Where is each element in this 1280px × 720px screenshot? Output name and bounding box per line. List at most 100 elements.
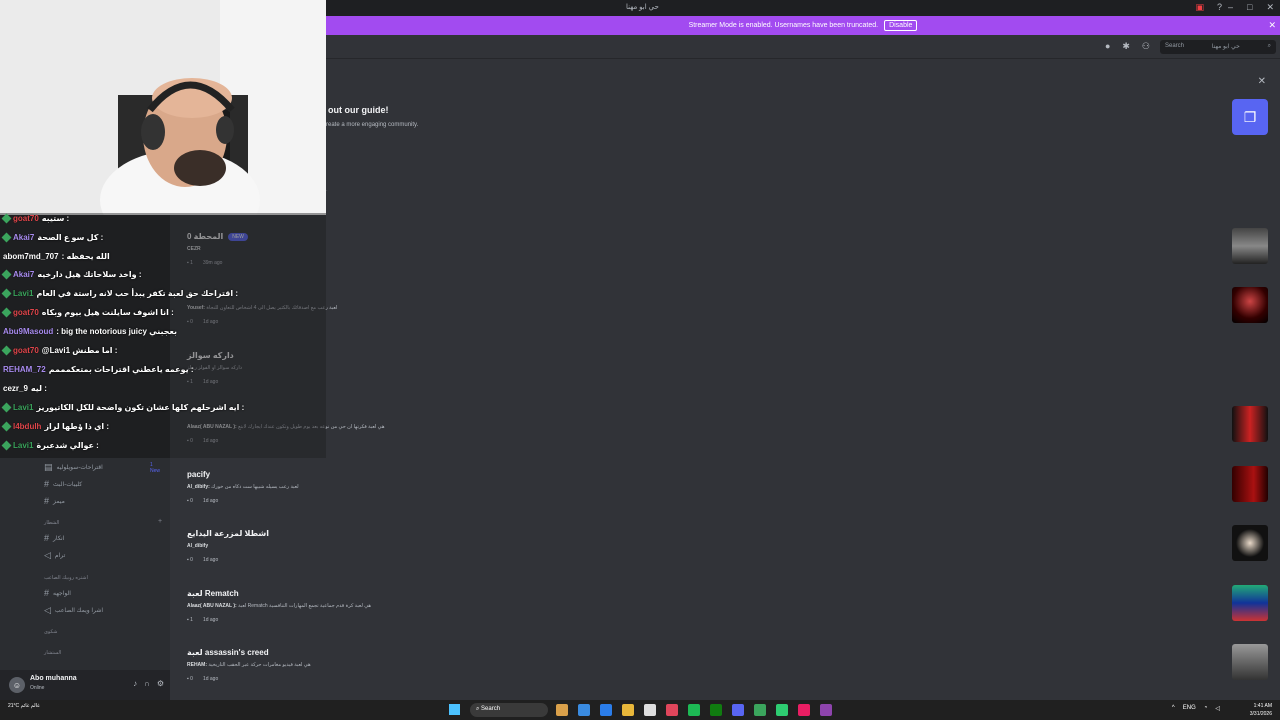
microphone-icon[interactable]: ♪	[133, 679, 137, 688]
channel-header: ● ✱ ⚇ Search حي ابو مهنا ⌕	[326, 35, 1280, 59]
chat-message: goat70 ستيبه :	[1, 213, 69, 224]
forum-icon: ▤	[44, 462, 53, 472]
post-author: Al_dibify:	[187, 484, 210, 490]
app-icon[interactable]	[820, 704, 832, 716]
disable-streamer-mode-button[interactable]: Disable	[884, 20, 918, 31]
chat-text: ليه :	[30, 384, 47, 393]
xbox-icon[interactable]	[710, 704, 722, 716]
chat-username: Lavi1	[13, 441, 34, 450]
close-window-icon[interactable]: ✕	[1266, 2, 1274, 13]
start-menu-icon[interactable]	[449, 704, 460, 715]
post-thumbnail	[1232, 585, 1268, 621]
chat-username: goat70	[13, 214, 39, 223]
members-icon[interactable]: ⚇	[1142, 41, 1150, 52]
replies-count: ▪ 0	[187, 676, 193, 682]
app-icon[interactable]	[556, 704, 568, 716]
app-icon[interactable]	[776, 704, 788, 716]
taskbar-search[interactable]: ⌕ Search	[470, 703, 548, 717]
forum-post[interactable]: Alaaz( ABU NAZAL ): هي لعبة فكرتها ان حي…	[182, 406, 1272, 466]
speaker-icon: ◁	[44, 550, 51, 560]
search-input[interactable]: Search حي ابو مهنا ⌕	[1160, 40, 1276, 54]
app-icon[interactable]	[754, 704, 766, 716]
sidebar-channel-memes[interactable]: # ميمز	[44, 496, 65, 506]
channel-label: اشرا ويمك الصاعب	[54, 608, 104, 614]
folder-icon[interactable]	[622, 704, 634, 716]
maximize-icon[interactable]: □	[1247, 2, 1252, 13]
browser-icon[interactable]	[666, 704, 678, 716]
system-tray: ^ ENG ◔ ◁	[1172, 705, 1220, 712]
store-icon[interactable]	[644, 704, 656, 716]
replies-count: ▪ 0	[187, 557, 193, 563]
chat-text: : الله يحفظه	[61, 252, 110, 261]
streamer-mode-banner: Streamer Mode is enabled. Usernames have…	[326, 16, 1280, 35]
post-preview: Al_dibify: لعبة رعب يسيله شبيها ست ذكاه …	[187, 484, 299, 490]
app-icon[interactable]	[578, 704, 590, 716]
post-meta: ▪ 0 1d ago	[187, 676, 218, 682]
sidebar-channel-voice-2[interactable]: ◁ اشرا ويمك الصاعب	[44, 605, 103, 616]
forum-post[interactable]: لعبة assassin's creed REHAM: هي لعبة فيد…	[182, 644, 1272, 704]
notification-bell-icon[interactable]: ✱	[1122, 41, 1130, 52]
forum-post[interactable]: Yousef: لعبة رعب مع اصدقائك بالكثير يصل …	[182, 287, 1272, 347]
channel-sidebar: ▤ اقتراحات-سويلوليه 1 New # كليبات-البث # مي…	[0, 458, 170, 670]
headphones-icon[interactable]: ∩	[144, 679, 150, 688]
category-label[interactable]: الشطار	[44, 520, 59, 526]
category-label[interactable]: شكوى	[44, 629, 57, 635]
minimize-icon[interactable]: –	[1228, 2, 1233, 13]
chat-message: Akai7 واخد سلاحاتك هيل دارخيه :	[1, 269, 141, 280]
avatar[interactable]: ☺	[9, 677, 25, 693]
forum-post[interactable]: اشطلا لمزرعة اليدايع Al_dibify ▪ 0 1d ago	[182, 525, 1272, 585]
sidebar-channel-voice[interactable]: ◁ ترام	[44, 550, 65, 561]
guide-card: out our guide! reate a more engaging com…	[326, 95, 1270, 139]
chat-message: cezr_9 ليه :	[3, 384, 47, 393]
weather-widget[interactable]: 21°C غالم غائم	[8, 703, 40, 709]
edge-icon[interactable]	[600, 704, 612, 716]
chat-username: cezr_9	[3, 384, 28, 393]
app-icon[interactable]	[798, 704, 810, 716]
wifi-icon[interactable]: ◔	[1204, 705, 1208, 712]
post-title-row: لعبة Rematch	[187, 589, 239, 598]
chat-text: انا اشوف سايلنت هيل بيوم وبكاه :	[41, 308, 174, 317]
channel-label: ترام	[54, 553, 66, 559]
taskbar-search-label: Search	[481, 706, 501, 712]
chat-username: Lavi1	[13, 403, 34, 412]
sidebar-channel-ankar[interactable]: # انكار	[44, 533, 64, 543]
chat-message: l4bdulh اي ذا ؤطها لراز :	[1, 421, 109, 432]
forum-post[interactable]: pacify Al_dibify: لعبة رعب يسيله شبيها س…	[182, 466, 1272, 526]
forum-post[interactable]: لعبة Rematch Alaaz( ABU NAZAL ): لعبة Re…	[182, 585, 1272, 645]
info-icon[interactable]: ●	[1105, 41, 1110, 52]
os-taskbar: 21°C غالم غائم ⌕ Search ^ ENG ◔ ◁ 1:41 A…	[0, 700, 1280, 720]
close-banner-icon[interactable]: ✕	[1268, 20, 1276, 31]
chat-username: REHAM_72	[3, 365, 46, 374]
search-icon: ⌕	[1267, 43, 1271, 49]
sidebar-channel-clips[interactable]: # كليبات-البث	[44, 479, 82, 489]
chat-bubbles-icon[interactable]: ❐	[1232, 99, 1268, 135]
chat-username: Akai7	[13, 233, 35, 242]
chat-username: goat70	[13, 346, 39, 355]
chat-text: عوالي شدعبرة :	[36, 441, 99, 450]
inbox-icon[interactable]: ▣	[1195, 2, 1204, 13]
spotify-icon[interactable]	[688, 704, 700, 716]
category-label[interactable]: اشتره روبيك الصاعب	[44, 575, 88, 581]
taskbar-clock[interactable]: 1:41 AM 3/31/2026	[1250, 702, 1272, 718]
forum-post[interactable]: المحطة 0 NEW CEZR ▪ 1 39m ago	[182, 228, 1272, 288]
guide-title: out our guide!	[328, 105, 389, 115]
sidebar-channel-front[interactable]: # الواجهه	[44, 588, 71, 598]
post-preview: Al_dibify	[187, 543, 208, 549]
volume-icon[interactable]: ◁	[1215, 705, 1220, 712]
replies-count: ▪ 1	[187, 617, 193, 623]
discord-icon[interactable]	[732, 704, 744, 716]
help-icon[interactable]: ?	[1217, 2, 1222, 12]
language-indicator[interactable]: ENG	[1183, 705, 1196, 712]
forum-post[interactable]: داركه سوالز داركه سوالز او الفولز ريبلز …	[182, 351, 1272, 407]
weather-desc: غالم غائم	[20, 703, 40, 709]
close-guide-icon[interactable]: ✕	[1258, 76, 1266, 87]
settings-gear-icon[interactable]: ⚙	[157, 679, 164, 688]
tray-chevron-icon[interactable]: ^	[1172, 705, 1175, 712]
badge-icon	[1, 269, 12, 280]
chat-message: goat70 انا اشوف سايلنت هيل بيوم وبكاه :	[1, 307, 174, 318]
category-label[interactable]: الستشار	[44, 650, 61, 656]
sidebar-channel-suggestions[interactable]: ▤ اقتراحات-سويلوليه 1 New	[44, 462, 160, 474]
post-title-row: لعبة assassin's creed	[187, 648, 269, 657]
chat-username: goat70	[13, 308, 39, 317]
add-channel-icon[interactable]: +	[158, 518, 162, 525]
